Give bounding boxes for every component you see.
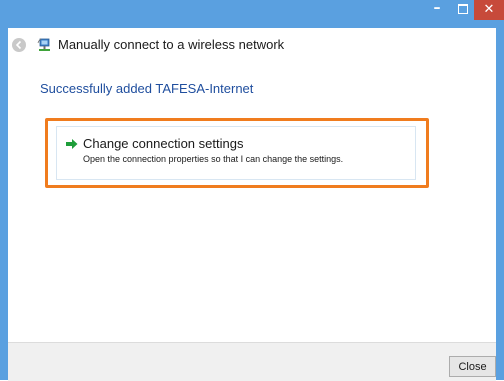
window-frame: – ✕ Manually connect to a wireless netwo… bbox=[0, 0, 504, 381]
wizard-header: Manually connect to a wireless network bbox=[8, 28, 496, 64]
minimize-icon: – bbox=[433, 0, 441, 16]
success-message: Successfully added TAFESA-Internet bbox=[40, 81, 254, 96]
wizard-content: Manually connect to a wireless network S… bbox=[8, 28, 496, 354]
minimize-button[interactable]: – bbox=[424, 0, 450, 20]
change-connection-settings-link[interactable]: Change connection settings Open the conn… bbox=[56, 126, 416, 180]
close-icon: ✕ bbox=[483, 2, 495, 17]
window-title: Manually connect to a wireless network bbox=[58, 37, 285, 52]
wizard-footer: Close bbox=[8, 342, 496, 381]
back-button[interactable] bbox=[12, 38, 26, 52]
maximize-button[interactable] bbox=[452, 0, 474, 20]
green-arrow-icon bbox=[66, 139, 78, 149]
option-title: Change connection settings bbox=[83, 136, 244, 151]
close-button[interactable]: Close bbox=[449, 356, 496, 377]
option-description: Open the connection properties so that I… bbox=[83, 154, 344, 164]
back-arrow-icon bbox=[15, 40, 22, 50]
wireless-network-icon bbox=[37, 38, 50, 51]
title-bar[interactable]: – ✕ bbox=[0, 0, 504, 28]
maximize-icon bbox=[458, 4, 468, 14]
window-close-button[interactable]: ✕ bbox=[474, 0, 504, 20]
